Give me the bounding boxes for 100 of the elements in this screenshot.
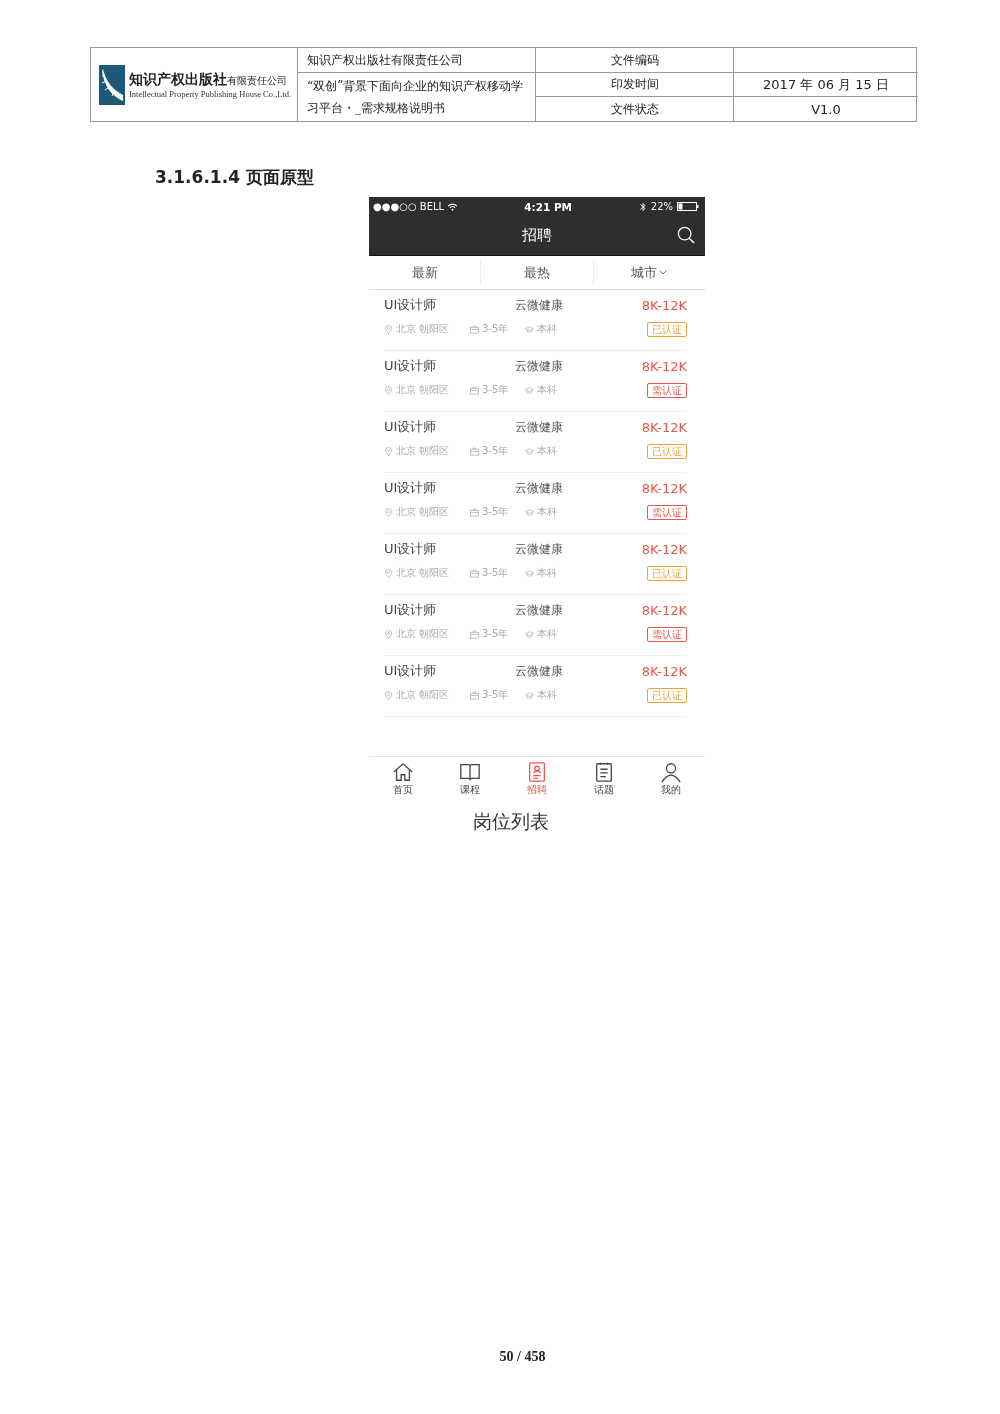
company-name: 云微健康 (515, 662, 563, 680)
experience-requirement: 3-5年 (482, 566, 509, 580)
experience-requirement: 3-5年 (482, 444, 509, 458)
tab-bar-item[interactable]: 首页 (369, 757, 437, 799)
location-pin-icon (384, 446, 393, 456)
carrier-label: ●●●○○ BELL (373, 201, 445, 212)
section-heading: 3.1.6.1.4 页面原型 (155, 166, 315, 189)
education-requirement: 本科 (537, 627, 557, 641)
certification-tag: 已认证 (647, 443, 687, 459)
battery-icon (677, 202, 699, 211)
briefcase-icon (470, 568, 479, 578)
tab-bar-item[interactable]: 我的 (637, 757, 705, 799)
salary-range: 8K-12K (641, 480, 687, 496)
education-requirement: 本科 (537, 566, 557, 580)
job-location: 北京 朝阳区 (396, 688, 450, 702)
tab-bar-item[interactable]: 招聘 (503, 757, 571, 799)
salary-range: 8K-12K (641, 419, 687, 435)
tab-bar-item[interactable]: 话题 (570, 757, 638, 799)
company-name: 云微健康 (515, 601, 563, 619)
field-label: 文件编码 (610, 51, 659, 69)
field-value: V1.0 (811, 101, 841, 117)
filter-tab[interactable]: 最热 (520, 261, 554, 284)
briefcase-icon (470, 446, 479, 456)
document-person-icon (526, 761, 548, 783)
job-title[interactable]: UI设计师 (384, 418, 437, 436)
education-requirement: 本科 (537, 383, 557, 397)
job-title[interactable]: UI设计师 (384, 662, 437, 680)
logo-icon (99, 64, 125, 105)
salary-range: 8K-12K (641, 358, 687, 374)
experience-requirement: 3-5年 (482, 322, 509, 336)
field-value: 2017 年 06 月 15 日 (763, 75, 889, 94)
logo-english-name: Intellectual Property Publishing House Co.,Ltd. (129, 88, 292, 99)
briefcase-icon (470, 507, 479, 517)
briefcase-icon (470, 324, 479, 334)
logo-name: 知识产权出版社 (129, 70, 227, 89)
education-requirement: 本科 (537, 444, 557, 458)
briefcase-icon (470, 629, 479, 639)
job-location: 北京 朝阳区 (396, 627, 450, 641)
tab-bar-item[interactable]: 课程 (436, 757, 504, 799)
job-title[interactable]: UI设计师 (384, 357, 437, 375)
house-icon (391, 761, 414, 783)
briefcase-icon (470, 690, 479, 700)
wifi-icon (447, 202, 459, 211)
filter-tab[interactable]: 城市 (627, 261, 672, 284)
field-label: 印发时间 (610, 76, 659, 93)
company-name: 云微健康 (515, 418, 563, 436)
filter-tab[interactable]: 最新 (407, 261, 442, 284)
document-title: “双创”背景下面向企业的知识产权移动学习平台・_需求规格说明书 (307, 78, 525, 117)
job-title[interactable]: UI设计师 (384, 479, 437, 497)
certification-tag: 已认证 (647, 321, 687, 337)
experience-requirement: 3-5年 (482, 688, 509, 702)
job-location: 北京 朝阳区 (396, 322, 450, 336)
experience-requirement: 3-5年 (482, 627, 509, 641)
education-requirement: 本科 (537, 322, 557, 336)
book-icon (458, 761, 481, 783)
battery-percent: 22% (650, 201, 673, 212)
job-title[interactable]: UI设计师 (384, 601, 437, 619)
user-icon (660, 761, 683, 783)
location-pin-icon (384, 507, 393, 517)
job-location: 北京 朝阳区 (396, 383, 450, 397)
nav-title: 招聘 (522, 226, 552, 245)
location-pin-icon (384, 568, 393, 578)
salary-range: 8K-12K (641, 663, 687, 679)
company-name: 云微健康 (515, 357, 563, 375)
location-pin-icon (384, 629, 393, 639)
experience-requirement: 3-5年 (482, 383, 509, 397)
field-label: 文件状态 (610, 100, 659, 118)
salary-range: 8K-12K (641, 602, 687, 618)
status-time: 4:21 PM (524, 200, 573, 213)
page-number: 50 / 458 (498, 1349, 547, 1365)
job-location: 北京 朝阳区 (396, 566, 450, 580)
logo-suffix: 有限责任公司 (227, 74, 287, 88)
graduation-cap-icon (525, 507, 534, 517)
search-icon[interactable] (677, 226, 695, 244)
education-requirement: 本科 (537, 688, 557, 702)
briefcase-icon (470, 385, 479, 395)
certification-tag: 需认证 (647, 626, 687, 642)
experience-requirement: 3-5年 (482, 505, 509, 519)
graduation-cap-icon (525, 568, 534, 578)
company-name: 云微健康 (515, 479, 563, 497)
figure-caption: 岗位列表 (472, 809, 550, 834)
graduation-cap-icon (525, 385, 534, 395)
job-title[interactable]: UI设计师 (384, 540, 437, 558)
graduation-cap-icon (525, 446, 534, 456)
education-requirement: 本科 (537, 505, 557, 519)
salary-range: 8K-12K (641, 541, 687, 557)
certification-tag: 已认证 (647, 565, 687, 581)
job-location: 北京 朝阳区 (396, 505, 450, 519)
certification-tag: 需认证 (647, 382, 687, 398)
graduation-cap-icon (525, 629, 534, 639)
graduation-cap-icon (525, 324, 534, 334)
job-title[interactable]: UI设计师 (384, 296, 437, 314)
location-pin-icon (384, 690, 393, 700)
location-pin-icon (384, 385, 393, 395)
bluetooth-icon (639, 201, 646, 212)
company-name: 云微健康 (515, 296, 563, 314)
certification-tag: 需认证 (647, 504, 687, 520)
certification-tag: 已认证 (647, 687, 687, 703)
salary-range: 8K-12K (641, 297, 687, 313)
company-name: 知识产权出版社有限责任公司 (307, 51, 463, 69)
